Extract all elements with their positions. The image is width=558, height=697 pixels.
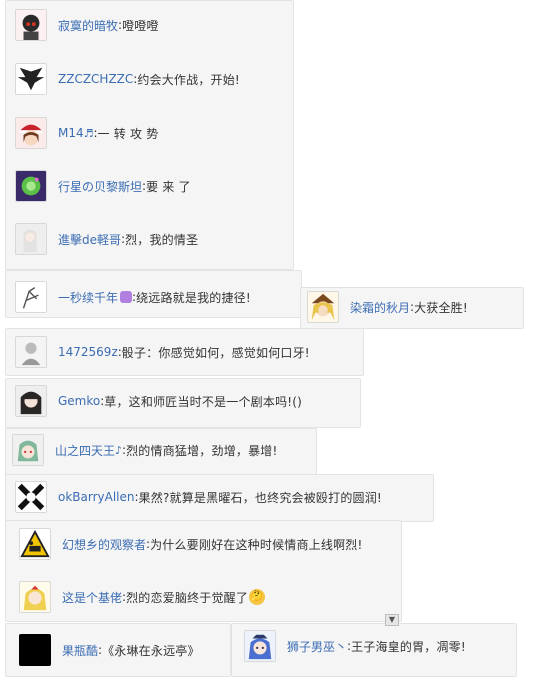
comment-text: 约会大作战，开始! [137, 72, 240, 87]
comment-row: 進擊de軽哥: 烈，我的情圣 [15, 223, 198, 255]
avatar[interactable] [19, 581, 51, 613]
username[interactable]: 幻想乡的观察者 [62, 536, 146, 553]
avatar[interactable] [15, 281, 47, 313]
dark-hair-girl-avatar [16, 386, 46, 416]
username[interactable]: Gemko [58, 394, 100, 408]
username[interactable]: 進擊de軽哥 [58, 231, 121, 248]
username[interactable]: 山之四天王 [55, 442, 115, 459]
username[interactable]: ZZCZCHZZC [58, 72, 133, 86]
comment-text: 草，这和师匠当时不是一个剧本吗!() [104, 394, 303, 409]
username[interactable]: 这是个基佬 [62, 589, 122, 606]
username[interactable]: 行星の贝黎斯坦 [58, 178, 142, 195]
black-square-avatar [20, 635, 50, 665]
avatar[interactable] [244, 630, 276, 662]
music-note-icon: ♬ [83, 126, 94, 140]
username[interactable]: 染霜的秋月 [350, 299, 410, 316]
username[interactable]: 寂寞的暗牧 [58, 17, 118, 34]
comment-text: 烈，我的情圣 [125, 232, 199, 247]
comment-text: 为什么要刚好在这种时候情商上线啊烈! [150, 537, 363, 552]
green-hair-avatar [13, 435, 43, 465]
username[interactable]: okBarryAllen [58, 490, 135, 504]
comment-row: 幻想乡的观察者: 为什么要刚好在这种时候情商上线啊烈! [19, 528, 362, 560]
santa-girl-avatar [16, 118, 46, 148]
comment-text: 大获全胜! [414, 300, 468, 315]
comment-row: okBarryAllen: 果然?就算是黑曜石，也终究会被殴打的圆润! [15, 481, 382, 513]
comment-row: Gemko: 草，这和师匠当时不是一个剧本吗!() [15, 385, 302, 417]
username[interactable]: 一秒续千年 [58, 289, 118, 306]
comment-row: 山之四天王 ♪: 烈的情商猛增，劲增，暴增! [12, 434, 278, 466]
comment-text: 要 来 了 [146, 179, 191, 194]
blonde-fairy-avatar [20, 582, 50, 612]
avatar[interactable] [307, 291, 339, 323]
comment-text: 骰子：你感觉如何，感觉如何口牙! [121, 345, 310, 360]
avatar[interactable] [19, 634, 51, 666]
comment-row: 寂寞的暗牧: 噔噔噔 [15, 9, 159, 41]
avatar[interactable] [15, 481, 47, 513]
comment-text: 烈的情商猛增，劲增，暴增! [126, 443, 278, 458]
purple-badge-icon [120, 291, 133, 303]
black-wings-avatar [16, 64, 46, 94]
username[interactable]: 狮子男巫丶 [287, 638, 347, 655]
avatar[interactable] [15, 63, 47, 95]
dark-red-character-avatar [16, 10, 46, 40]
comment-row: 染霜的秋月: 大获全胜! [307, 291, 468, 323]
comment-row: 果瓶酷: 《永琳在永远亭》 [19, 634, 200, 666]
white-girl-avatar [16, 224, 46, 254]
username[interactable]: 1472569z [58, 345, 118, 359]
black-white-avatar [16, 482, 46, 512]
comment-row: 行星の贝黎斯坦: 要 来 了 [15, 170, 191, 202]
avatar[interactable] [15, 9, 47, 41]
scroll-down-button[interactable]: ▼ [385, 614, 399, 626]
comment-row: 1472569z: 骰子：你感觉如何，感觉如何口牙! [15, 336, 310, 368]
comment-row: M14 ♬: 一 转 攻 势 [15, 117, 158, 149]
grey-sketch-avatar [16, 337, 46, 367]
green-orb-avatar [16, 171, 46, 201]
comment-text: 王子海皇的胃，凋零! [351, 639, 466, 654]
comment-row: 这是个基佬: 烈的恋爱脑终于觉醒了 🤔 [19, 581, 266, 613]
comment-text: 果然?就算是黑曜石，也终究会被殴打的圆润! [138, 490, 382, 505]
comment-row: 一秒续千年: 绕远路就是我的捷径! [15, 281, 251, 313]
blonde-witch-avatar [308, 292, 338, 322]
username[interactable]: M14 [58, 126, 84, 140]
comment-text: 《永琳在永远亭》 [102, 643, 200, 658]
avatar[interactable] [19, 528, 51, 560]
comment-text: 噔噔噔 [122, 18, 159, 33]
thinking-emoji-icon: 🤔 [249, 589, 266, 605]
avatar[interactable] [15, 336, 47, 368]
warning-sign-avatar [20, 529, 50, 559]
music-note-icon: ♪ [115, 443, 123, 457]
comment-row: 狮子男巫丶: 王子海皇的胃，凋零! [244, 630, 466, 662]
sketch-avatar [16, 282, 46, 312]
avatar[interactable] [15, 223, 47, 255]
comment-text: 一 转 攻 势 [97, 126, 159, 141]
comment-text: 绕远路就是我的捷径! [136, 290, 251, 305]
avatar[interactable] [15, 170, 47, 202]
comment-row: ZZCZCHZZC: 约会大作战，开始! [15, 63, 240, 95]
avatar[interactable] [12, 434, 44, 466]
avatar[interactable] [15, 385, 47, 417]
comment-text: 烈的恋爱脑终于觉醒了 [126, 590, 249, 605]
username[interactable]: 果瓶酷 [62, 642, 98, 659]
blue-hair-girl-avatar [245, 631, 275, 661]
avatar[interactable] [15, 117, 47, 149]
